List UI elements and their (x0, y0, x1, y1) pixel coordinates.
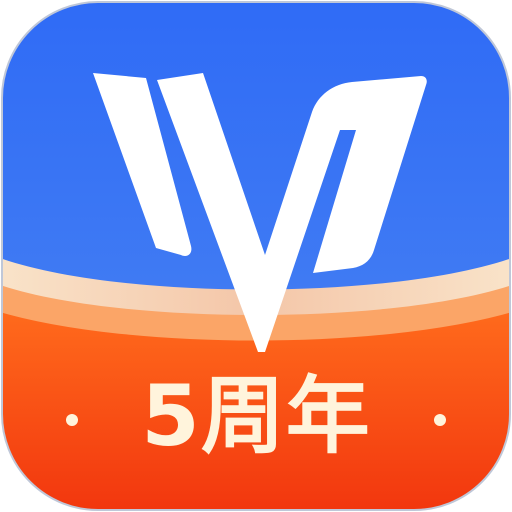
app-icon[interactable]: 5周年 (0, 0, 512, 512)
anniversary-badge: 5周年 (0, 366, 512, 466)
anniversary-badge-label: 5周年 (141, 367, 371, 465)
